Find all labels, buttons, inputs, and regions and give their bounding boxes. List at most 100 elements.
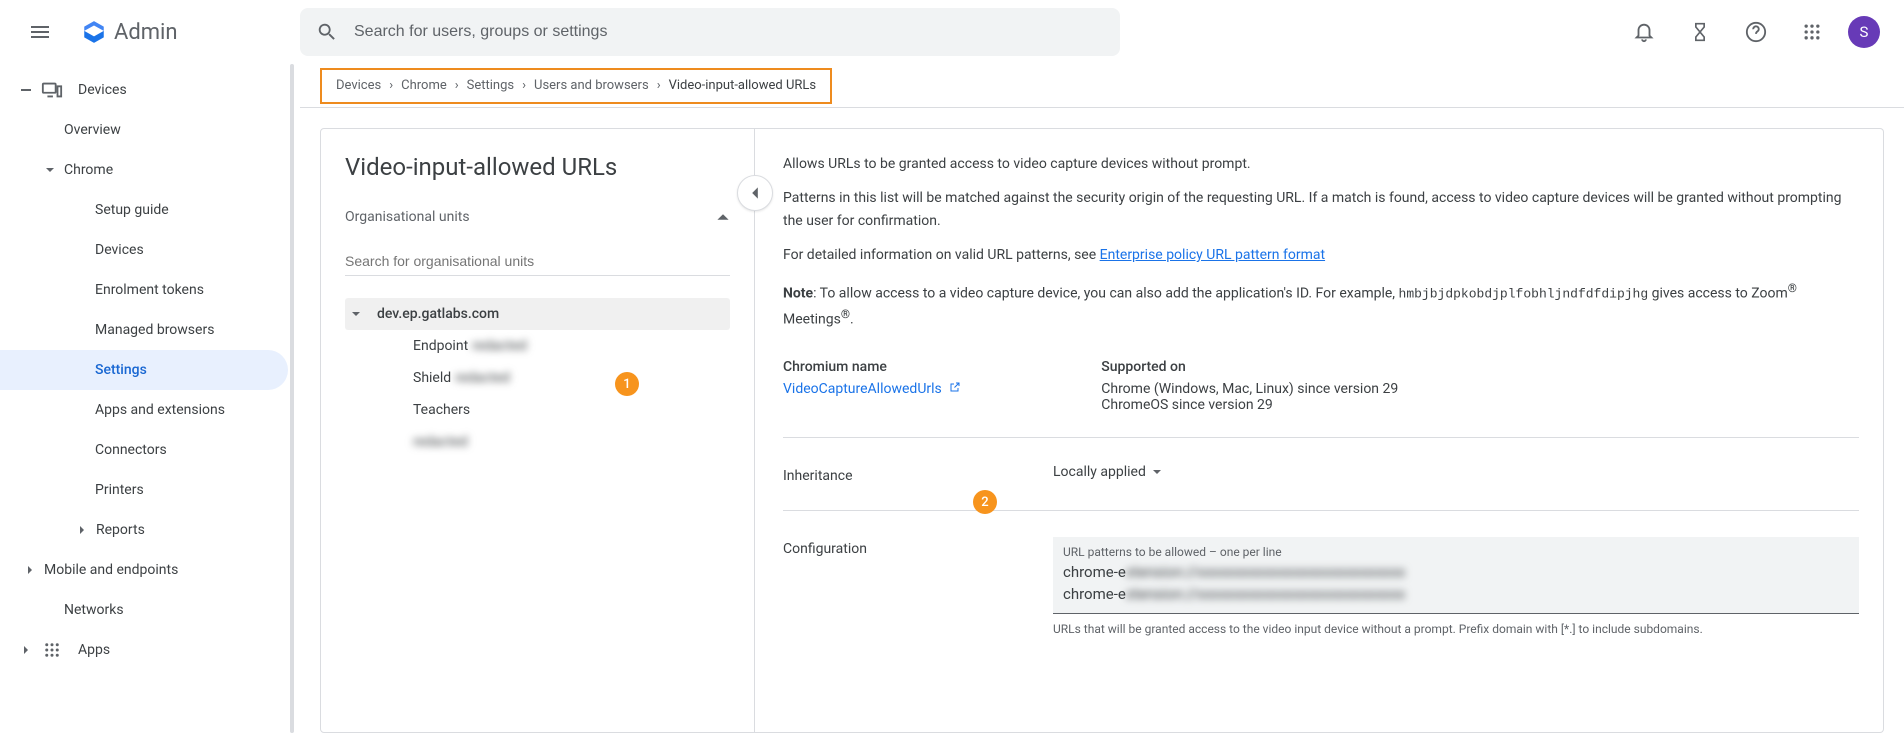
- configuration-row: Configuration URL patterns to be allowed…: [783, 511, 1859, 662]
- policy-url-pattern-link[interactable]: Enterprise policy URL pattern format: [1100, 247, 1325, 263]
- chevron-right-icon: ›: [657, 78, 661, 93]
- ou-item-label: Teachers: [413, 402, 470, 418]
- policy-description-1: Allows URLs to be granted access to vide…: [783, 153, 1859, 175]
- configuration-label: Configuration: [783, 537, 1053, 636]
- callout-badge-2: 2: [973, 490, 997, 514]
- ou-item-teachers[interactable]: Teachers: [345, 394, 730, 426]
- chevron-down-icon: [44, 164, 56, 176]
- sidebar-item-printers[interactable]: Printers: [0, 470, 288, 510]
- redacted-text: redacted: [413, 434, 468, 450]
- help-button[interactable]: [1736, 12, 1776, 52]
- app-logo[interactable]: Admin: [80, 18, 178, 46]
- apps-grid-icon: [40, 638, 64, 662]
- sidebar-item-networks[interactable]: Networks: [20, 590, 288, 630]
- devices-icon: [40, 78, 64, 102]
- chevron-up-icon: [716, 210, 730, 224]
- crumb-current: Video-input-allowed URLs: [669, 78, 817, 93]
- sidebar-item-settings[interactable]: Settings: [0, 350, 288, 390]
- ou-item-redacted[interactable]: redacted: [345, 426, 730, 458]
- sidebar-item-mobile-endpoints[interactable]: Mobile and endpoints: [0, 550, 288, 590]
- account-avatar[interactable]: S: [1848, 16, 1880, 48]
- supported-on-label: Supported on: [1101, 359, 1398, 375]
- apps-launcher-button[interactable]: [1792, 12, 1832, 52]
- policy-info-columns: Chromium name VideoCaptureAllowedUrls Su…: [783, 343, 1859, 438]
- page-title: Video-input-allowed URLs: [321, 153, 754, 201]
- ou-item-label: Endpoint: [413, 338, 468, 354]
- sidebar-item-apps-extensions[interactable]: Apps and extensions: [0, 390, 288, 430]
- hourglass-button[interactable]: [1680, 12, 1720, 52]
- crumb-settings[interactable]: Settings: [467, 78, 514, 93]
- supported-on-block: Supported on Chrome (Windows, Mac, Linux…: [1101, 359, 1398, 413]
- collapse-left-panel-button[interactable]: [737, 175, 773, 211]
- sidebar-resize-handle[interactable]: [290, 64, 294, 733]
- chevron-right-icon: [20, 644, 32, 656]
- ou-item-shield[interactable]: Shield redacted: [345, 362, 730, 394]
- sidebar-item-chrome-devices[interactable]: Devices: [0, 230, 288, 270]
- redacted-text: redacted: [455, 370, 510, 386]
- ou-section-header[interactable]: Organisational units: [321, 201, 754, 237]
- sidebar-item-overview[interactable]: Overview: [20, 110, 288, 150]
- sidebar-item-label: Enrolment tokens: [95, 282, 204, 298]
- supported-line: Chrome (Windows, Mac, Linux) since versi…: [1101, 381, 1398, 397]
- sidebar-item-label: Devices: [95, 242, 144, 258]
- config-line: chrome-extension://xxxxxxxxxxxxxxxxxxxxx…: [1063, 561, 1849, 583]
- ou-item-endpoint[interactable]: Endpoint redacted: [345, 330, 730, 362]
- policy-detail-linkline: For detailed information on valid URL pa…: [783, 244, 1859, 266]
- main-content: Devices › Chrome › Settings › Users and …: [300, 64, 1904, 733]
- global-search[interactable]: [300, 8, 1120, 56]
- collapse-icon: [20, 84, 32, 96]
- chevron-right-icon: [76, 524, 88, 536]
- crumb-devices[interactable]: Devices: [336, 78, 381, 93]
- ou-search-input[interactable]: [345, 247, 730, 276]
- sidebar-item-chrome[interactable]: Chrome: [0, 150, 288, 190]
- sidebar-item-label: Reports: [96, 522, 145, 538]
- inheritance-row: Inheritance Locally applied 2: [783, 438, 1859, 511]
- inheritance-dropdown[interactable]: Locally applied: [1053, 464, 1859, 480]
- sidebar-item-devices[interactable]: Devices: [0, 70, 288, 110]
- notifications-button[interactable]: [1624, 12, 1664, 52]
- redacted-text: redacted: [472, 338, 527, 354]
- sidebar-item-setup-guide[interactable]: Setup guide: [0, 190, 288, 230]
- sidebar-item-label: Setup guide: [95, 202, 169, 218]
- ou-item-root[interactable]: dev.ep.gatlabs.com: [345, 298, 730, 330]
- inheritance-label: Inheritance: [783, 464, 1053, 484]
- sidebar-item-reports[interactable]: Reports: [0, 510, 288, 550]
- app-header: Admin S: [0, 0, 1904, 64]
- chevron-right-icon: ›: [522, 78, 526, 93]
- ou-panel: Video-input-allowed URLs Organisational …: [320, 128, 755, 733]
- sidebar-item-label: Apps: [78, 642, 110, 658]
- url-patterns-textarea[interactable]: URL patterns to be allowed – one per lin…: [1053, 537, 1859, 614]
- chromium-name-label: Chromium name: [783, 359, 961, 375]
- crumb-chrome[interactable]: Chrome: [401, 78, 447, 93]
- sidebar-item-enrolment-tokens[interactable]: Enrolment tokens: [0, 270, 288, 310]
- search-input[interactable]: [354, 23, 1104, 41]
- content-panels: Video-input-allowed URLs Organisational …: [300, 108, 1904, 733]
- policy-description-2: Patterns in this list will be matched ag…: [783, 187, 1859, 232]
- chevron-right-icon: ›: [389, 78, 393, 93]
- sidebar-item-label: Mobile and endpoints: [44, 562, 178, 578]
- sidebar-item-label: Settings: [95, 362, 147, 378]
- config-line: chrome-extension://xxxxxxxxxxxxxxxxxxxxx…: [1063, 583, 1849, 605]
- main-menu-button[interactable]: [16, 8, 64, 56]
- chevron-right-icon: [24, 564, 36, 576]
- chevron-right-icon: ›: [455, 78, 459, 93]
- sidebar-item-label: Overview: [64, 122, 121, 138]
- crumb-users-browsers[interactable]: Users and browsers: [534, 78, 649, 93]
- chromium-name-link[interactable]: VideoCaptureAllowedUrls: [783, 381, 961, 397]
- ou-tree: dev.ep.gatlabs.com Endpoint redacted Shi…: [321, 292, 754, 464]
- sidebar-item-managed-browsers[interactable]: Managed browsers: [0, 310, 288, 350]
- sidebar-item-apps[interactable]: Apps: [0, 630, 288, 670]
- sidebar-item-label: Apps and extensions: [95, 402, 225, 418]
- chromium-name-block: Chromium name VideoCaptureAllowedUrls: [783, 359, 961, 413]
- sidebar-item-label: Networks: [64, 602, 124, 618]
- app-name: Admin: [114, 20, 178, 45]
- sidebar-item-connectors[interactable]: Connectors: [0, 430, 288, 470]
- policy-note: Note: To allow access to a video capture…: [783, 279, 1859, 332]
- sidebar-item-label: Connectors: [95, 442, 167, 458]
- ou-item-label: Shield: [413, 370, 451, 386]
- config-help-text: URLs that will be granted access to the …: [1053, 622, 1859, 636]
- ou-item-label: dev.ep.gatlabs.com: [377, 306, 499, 322]
- external-link-icon: [949, 381, 961, 397]
- sidebar-item-label: Devices: [78, 82, 127, 98]
- sidebar-item-label: Chrome: [64, 162, 113, 178]
